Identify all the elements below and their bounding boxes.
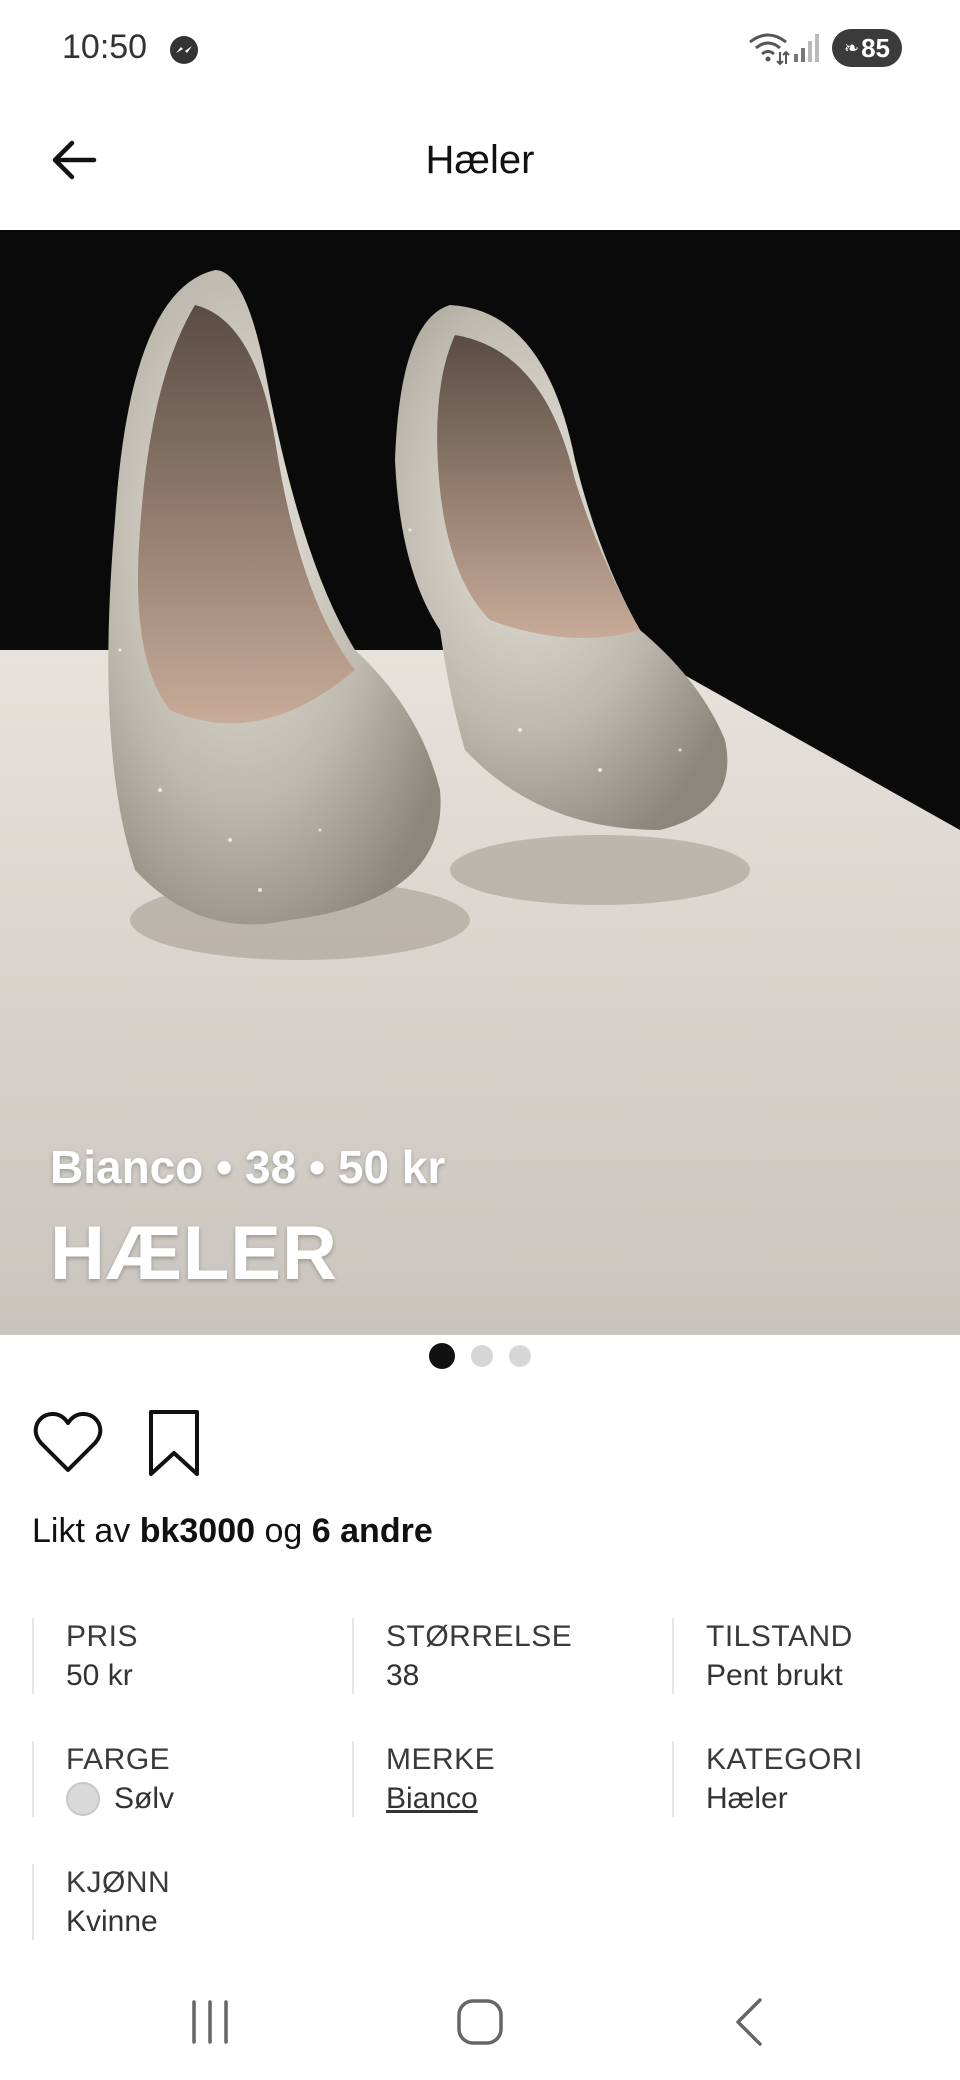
attribute-value: Kvinne [66,1905,158,1938]
carousel-indicator [0,1343,960,1375]
attribute-value: Hæler [706,1782,788,1815]
attribute-gender: KJØNN Kvinne [32,1864,170,1940]
carousel-dot[interactable] [429,1343,455,1369]
battery-saver-icon: ❧ [843,37,860,58]
product-image[interactable]: Bianco • 38 • 50 kr HÆLER [0,230,960,1335]
carousel-dot[interactable] [509,1345,531,1367]
attribute-value: 50 kr [66,1659,133,1692]
attribute-category: KATEGORI Hæler [672,1741,863,1817]
attribute-label: TILSTAND [706,1620,853,1653]
liker-username[interactable]: bk3000 [140,1512,255,1550]
color-name: Sølv [114,1782,174,1815]
color-swatch [66,1782,100,1816]
hero-subtitle: Bianco • 38 • 50 kr [50,1141,446,1193]
heart-icon[interactable] [32,1410,104,1476]
likes-prefix: Likt av [32,1512,131,1550]
attribute-label: KATEGORI [706,1743,863,1776]
attribute-price: PRIS 50 kr [32,1618,138,1694]
attribute-color: FARGE Sølv [32,1741,174,1817]
likes-joiner: og [264,1512,303,1550]
attribute-value: Sølv [66,1779,174,1819]
attribute-brand: MERKE Bianco [352,1741,495,1817]
hero-title: HÆLER [50,1211,338,1296]
wifi-icon [749,33,790,66]
likes-summary: Likt av bk3000 og 6 andre [32,1512,433,1551]
messenger-icon [170,36,198,64]
app-header: Hæler [0,100,960,230]
attribute-label: MERKE [386,1743,496,1776]
attribute-label: STØRRELSE [386,1620,573,1653]
status-bar: 10:50 ❧ 85 [0,0,960,100]
attribute-label: KJØNN [66,1866,171,1899]
attribute-value: 38 [386,1659,420,1692]
home-icon[interactable] [450,1992,510,2052]
page-title: Hæler [425,138,535,182]
battery-level: 85 [861,32,890,63]
attribute-label: FARGE [66,1743,171,1776]
battery-indicator: ❧ 85 [832,29,902,67]
recent-apps-icon[interactable] [180,1992,240,2052]
attribute-label: PRIS [66,1620,139,1653]
system-nav-bar [0,1960,960,2080]
attribute-size: STØRRELSE 38 [352,1618,572,1694]
carousel-dot[interactable] [471,1345,493,1367]
likes-others[interactable]: 6 andre [312,1512,433,1550]
attribute-condition: TILSTAND Pent brukt [672,1618,853,1694]
brand-link[interactable]: Bianco [386,1779,495,1819]
attribute-value: Pent brukt [706,1659,843,1692]
back-icon[interactable] [720,1992,780,2052]
signal-icon [794,34,819,62]
status-time: 10:50 [62,28,148,66]
bookmark-icon[interactable] [144,1408,204,1478]
